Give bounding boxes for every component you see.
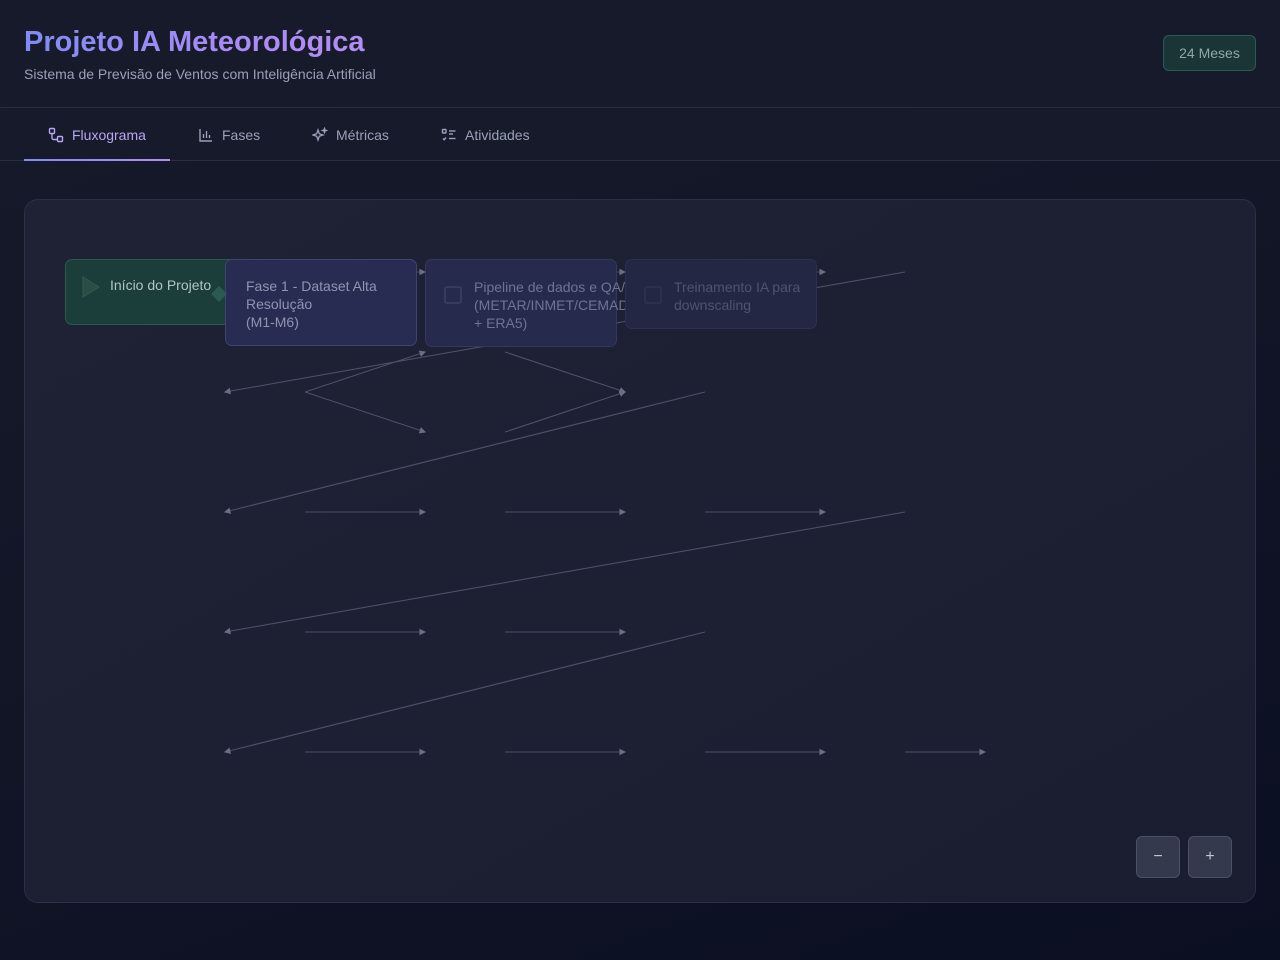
checklist-icon xyxy=(441,127,457,143)
tab-label: Métricas xyxy=(336,127,389,143)
tab-fases[interactable]: Fases xyxy=(174,109,284,161)
tab-fluxograma[interactable]: Fluxograma xyxy=(24,109,170,161)
flow-node-pipeline[interactable]: Pipeline de dados e QA/QC (METAR/INMET/C… xyxy=(425,259,648,347)
play-icon xyxy=(82,276,100,302)
sparkles-icon xyxy=(312,127,328,143)
tab-atividades[interactable]: Atividades xyxy=(417,109,554,161)
flow-edge xyxy=(223,511,906,635)
zoom-in-button[interactable]: + xyxy=(1188,836,1232,878)
flow-edge xyxy=(304,391,427,434)
flow-node-label: Início do Projeto xyxy=(110,277,212,293)
tab-bar: Fluxograma Fases Métricas Atividades xyxy=(0,109,1280,161)
flowchart-canvas[interactable]: Início do Projeto Fase 1 - Dataset Alta … xyxy=(24,199,1256,903)
flow-edge xyxy=(223,631,706,754)
flow-node-training[interactable]: Treinamento IA para downscaling xyxy=(625,259,817,329)
diamond-icon xyxy=(210,285,228,307)
page-title: Projeto IA Meteorológica xyxy=(24,26,365,58)
flow-edge xyxy=(304,350,427,393)
page-subtitle: Sistema de Previsão de Ventos com Inteli… xyxy=(24,66,376,82)
flow-edge xyxy=(504,390,627,433)
bar-chart-icon xyxy=(198,127,214,143)
tab-label: Fluxograma xyxy=(72,127,146,143)
square-icon xyxy=(644,286,662,308)
zoom-out-button[interactable]: − xyxy=(1136,836,1180,878)
flow-node-label: Fase 1 - Dataset Alta Resolução (M1-M6) xyxy=(246,278,377,330)
flow-node-phase-1[interactable]: Fase 1 - Dataset Alta Resolução (M1-M6) xyxy=(211,259,417,346)
flow-node-label: Treinamento IA para downscaling xyxy=(674,279,801,313)
flowchart-icon xyxy=(48,127,64,143)
tab-metricas[interactable]: Métricas xyxy=(288,109,413,161)
tab-label: Atividades xyxy=(465,127,530,143)
duration-badge: 24 Meses xyxy=(1163,35,1256,71)
flow-edge xyxy=(504,351,627,394)
flow-edge xyxy=(223,391,706,514)
square-icon xyxy=(444,286,462,308)
app-header: Projeto IA Meteorológica Sistema de Prev… xyxy=(0,0,1280,108)
tab-label: Fases xyxy=(222,127,261,143)
flow-node-label: Pipeline de dados e QA/QC (METAR/INMET/C… xyxy=(474,279,648,331)
